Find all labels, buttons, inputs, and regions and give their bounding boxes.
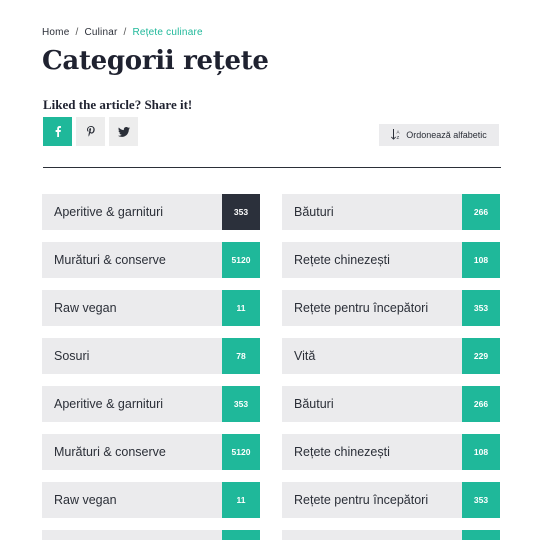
- breadcrumb-separator: /: [75, 27, 79, 38]
- category-label: Vită: [294, 349, 316, 363]
- category-label: Băuturi: [294, 397, 334, 411]
- page-title: Categorii rețete: [42, 46, 269, 76]
- category-label: Aperitive & garnituri: [54, 205, 164, 219]
- breadcrumb-section-link[interactable]: Culinar: [84, 27, 117, 38]
- category-count-badge: 353: [462, 290, 500, 326]
- breadcrumb-current[interactable]: Rețete culinare: [132, 27, 202, 38]
- category-count-badge: 11: [222, 482, 260, 518]
- category-label: Murături & conserve: [54, 445, 166, 459]
- category-item[interactable]: Sosuri 78: [42, 338, 260, 374]
- facebook-icon: [55, 126, 61, 137]
- svg-text:A: A: [397, 129, 400, 134]
- breadcrumb: Home / Culinar / Rețete culinare: [42, 27, 203, 38]
- page: Home / Culinar / Rețete culinare Categor…: [0, 0, 540, 540]
- pinterest-share-button[interactable]: [76, 117, 105, 146]
- category-count-badge: [222, 530, 260, 540]
- category-item[interactable]: Murături & conserve 5120: [42, 434, 260, 470]
- twitter-icon: [117, 126, 130, 137]
- category-count-badge: 266: [462, 386, 500, 422]
- category-label: Aperitive & garnituri: [54, 397, 164, 411]
- category-count-badge: 78: [222, 338, 260, 374]
- category-item[interactable]: Vită 229: [282, 338, 500, 374]
- sort-label: Ordonează alfabetic: [406, 130, 487, 140]
- category-label: Băuturi: [294, 205, 334, 219]
- category-item[interactable]: Aperitive & garnituri 353: [42, 386, 260, 422]
- category-count-badge: 108: [462, 434, 500, 470]
- breadcrumb-home-link[interactable]: Home: [42, 27, 69, 38]
- category-label: Murături & conserve: [54, 253, 166, 267]
- svg-text:Z: Z: [397, 135, 400, 140]
- facebook-share-button[interactable]: [43, 117, 72, 146]
- sort-alphabetical-button[interactable]: A Z Ordonează alfabetic: [379, 124, 499, 146]
- category-item[interactable]: Murături & conserve 5120: [42, 242, 260, 278]
- divider: [43, 167, 501, 168]
- category-item[interactable]: Băuturi 266: [282, 386, 500, 422]
- category-item[interactable]: Băuturi 266: [282, 194, 500, 230]
- category-item[interactable]: Raw vegan 11: [42, 290, 260, 326]
- pinterest-icon: [86, 126, 95, 137]
- category-count-badge: 353: [222, 386, 260, 422]
- category-item[interactable]: Aperitive & garnituri 353: [42, 194, 260, 230]
- category-count-badge: 229: [462, 338, 500, 374]
- share-label: Liked the article? Share it!: [43, 97, 193, 112]
- category-item[interactable]: Rețete chinezești 108: [282, 242, 500, 278]
- category-count-badge: [462, 530, 500, 540]
- category-label: Raw vegan: [54, 301, 117, 315]
- category-item[interactable]: Raw vegan 11: [42, 482, 260, 518]
- category-count-badge: 353: [222, 194, 260, 230]
- category-label: Raw vegan: [54, 493, 117, 507]
- category-count-badge: 11: [222, 290, 260, 326]
- twitter-share-button[interactable]: [109, 117, 138, 146]
- category-count-badge: 5120: [222, 242, 260, 278]
- category-item[interactable]: Rețete pentru începători 353: [282, 482, 500, 518]
- category-item[interactable]: Rețete chinezești 108: [282, 434, 500, 470]
- category-item[interactable]: [282, 530, 500, 540]
- category-count-badge: 353: [462, 482, 500, 518]
- sort-alpha-icon: A Z: [391, 128, 401, 142]
- category-item[interactable]: [42, 530, 260, 540]
- category-label: Rețete pentru începători: [294, 301, 429, 315]
- category-count-badge: 5120: [222, 434, 260, 470]
- category-label: Sosuri: [54, 349, 90, 363]
- category-label: Rețete pentru începători: [294, 493, 429, 507]
- category-count-badge: 108: [462, 242, 500, 278]
- category-count-badge: 266: [462, 194, 500, 230]
- breadcrumb-separator: /: [123, 27, 127, 38]
- category-item[interactable]: Rețete pentru începători 353: [282, 290, 500, 326]
- category-label: Rețete chinezești: [294, 445, 390, 459]
- category-label: Rețete chinezești: [294, 253, 390, 267]
